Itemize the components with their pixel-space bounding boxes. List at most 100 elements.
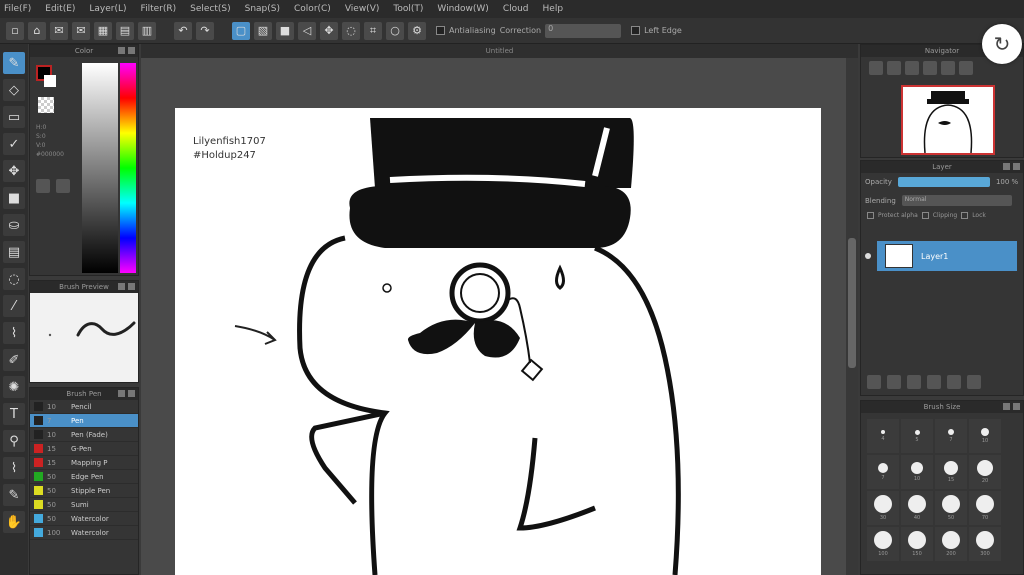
brush-size-option[interactable]: 50 (935, 491, 967, 525)
antialiasing-checkbox[interactable] (436, 26, 445, 35)
brush-size-option[interactable]: 7 (935, 419, 967, 453)
panel-close-icon[interactable] (128, 47, 135, 54)
menu-edit[interactable]: Edit(E) (45, 4, 75, 14)
blur-tool-icon[interactable]: ✺ (3, 376, 25, 398)
opacity-slider[interactable] (897, 177, 990, 187)
transform-icon[interactable]: ✥ (320, 21, 338, 40)
select-all-icon[interactable]: ■ (276, 21, 294, 40)
brush-row[interactable]: 100 Watercolor (30, 526, 138, 540)
brush-size-option[interactable]: 40 (901, 491, 933, 525)
navigator-thumbnail[interactable] (901, 85, 995, 155)
new-layer-icon[interactable] (867, 375, 881, 389)
merge-layer-icon[interactable] (907, 375, 921, 389)
layer-item[interactable]: Layer1 (877, 241, 1017, 271)
blending-select[interactable]: Normal (901, 195, 1012, 206)
layout-icon[interactable]: ▤ (116, 21, 134, 40)
brush-size-option[interactable]: 200 (935, 527, 967, 561)
actual-size-icon[interactable] (923, 61, 937, 75)
share-icon[interactable]: ◁ (298, 21, 316, 40)
vertical-scrollbar[interactable] (846, 58, 858, 575)
zoom-tool-icon[interactable]: ⚲ (3, 430, 25, 452)
folder-icon[interactable] (947, 375, 961, 389)
panel-min-icon[interactable] (118, 283, 125, 290)
panel-close-icon[interactable] (1013, 163, 1020, 170)
brush-circle-icon[interactable]: ○ (386, 21, 404, 40)
bucket-tool-icon[interactable]: ⛀ (3, 214, 25, 236)
brush-row[interactable]: 10 Pen (Fade) (30, 428, 138, 442)
undo-icon[interactable]: ↶ (174, 21, 192, 40)
brush-size-option[interactable]: 70 (969, 491, 1001, 525)
saturation-value-picker[interactable] (82, 63, 118, 273)
canvas-area[interactable]: Untitled Lilyenfish1707 #Holdup247 (141, 44, 858, 575)
brush-row[interactable]: 50 Watercolor (30, 512, 138, 526)
home-icon[interactable]: ⌂ (28, 21, 46, 40)
brush-size-option[interactable]: 150 (901, 527, 933, 561)
brush-row[interactable]: 50 Stipple Pen (30, 484, 138, 498)
brush-row[interactable]: 50 Sumi (30, 498, 138, 512)
redo-icon[interactable]: ↷ (196, 21, 214, 40)
hue-slider[interactable] (120, 63, 136, 273)
canvas-tab[interactable]: Untitled (141, 44, 858, 58)
menu-window[interactable]: Window(W) (437, 4, 488, 14)
brush-row[interactable]: 7 Pen (30, 414, 138, 428)
clipping-checkbox[interactable] (921, 212, 929, 219)
brush-size-option[interactable]: 300 (969, 527, 1001, 561)
panel-min-icon[interactable] (1003, 163, 1010, 170)
copy-layer-icon[interactable] (887, 375, 901, 389)
leftedge-checkbox[interactable] (631, 26, 641, 35)
menu-help[interactable]: Help (543, 4, 564, 14)
check-tool-icon[interactable]: ✓ (3, 133, 25, 155)
slash-tool-icon[interactable]: ⁄ (3, 295, 25, 317)
menu-tool[interactable]: Tool(T) (393, 4, 423, 14)
fill-rect-tool-icon[interactable]: ■ (3, 187, 25, 209)
smudge-tool-icon[interactable]: ✎ (3, 484, 25, 506)
pen-tool-icon[interactable]: ✎ (3, 52, 25, 74)
gradient-tool-icon[interactable]: ▤ (3, 241, 25, 263)
mail-icon[interactable]: ✉ (72, 21, 90, 40)
hand-tool-icon[interactable]: ✋ (3, 511, 25, 533)
grid-icon[interactable]: ▦ (94, 21, 112, 40)
lasso-tool-icon[interactable]: ◌ (3, 268, 25, 290)
canvas-icon[interactable]: ▥ (138, 21, 156, 40)
panel-close-icon[interactable] (1013, 403, 1020, 410)
menu-view[interactable]: View(V) (345, 4, 380, 14)
zoom-out-icon[interactable] (887, 61, 901, 75)
brush-size-option[interactable]: 10 (901, 455, 933, 489)
select-invert-icon[interactable]: ▧ (254, 21, 272, 40)
move-tool-icon[interactable]: ✥ (3, 160, 25, 182)
rect-select-tool-icon[interactable]: ▭ (3, 106, 25, 128)
menu-layer[interactable]: Layer(L) (89, 4, 126, 14)
lock-checkbox[interactable] (961, 212, 969, 219)
crop-icon[interactable]: ⌗ (364, 21, 382, 40)
brush-size-option[interactable]: 10 (969, 419, 1001, 453)
layer-visibility-icon[interactable] (865, 253, 871, 259)
brush-size-option[interactable]: 100 (867, 527, 899, 561)
menu-cloud[interactable]: Cloud (503, 4, 529, 14)
fit-icon[interactable] (905, 61, 919, 75)
eraser-tool-icon[interactable]: ◇ (3, 79, 25, 101)
menu-snap[interactable]: Snap(S) (245, 4, 280, 14)
rotate-icon[interactable] (941, 61, 955, 75)
panel-close-icon[interactable] (128, 283, 135, 290)
comment-icon[interactable]: ✉ (50, 21, 68, 40)
brush-size-option[interactable]: 15 (935, 455, 967, 489)
scroll-thumb[interactable] (848, 238, 856, 368)
brush-row[interactable]: 50 Edge Pen (30, 470, 138, 484)
brush-size-option[interactable]: 4 (867, 419, 899, 453)
menu-file[interactable]: File(F) (4, 4, 31, 14)
panel-close-icon[interactable] (128, 390, 135, 397)
drawing-canvas[interactable]: Lilyenfish1707 #Holdup247 (175, 108, 821, 575)
correction-select[interactable]: 0 (545, 23, 622, 38)
select-rect-icon[interactable]: ▢ (232, 21, 250, 40)
dropper-tool-icon[interactable]: ⌇ (3, 457, 25, 479)
menu-color[interactable]: Color(C) (294, 4, 331, 14)
brush-tool-icon[interactable]: ✐ (3, 349, 25, 371)
refresh-icon[interactable]: ↻ (982, 24, 1022, 64)
brush-row[interactable]: 15 G-Pen (30, 442, 138, 456)
transparent-swatch[interactable] (38, 97, 54, 113)
menu-select[interactable]: Select(S) (190, 4, 231, 14)
settings-icon[interactable]: ⚙ (408, 21, 426, 40)
flip-icon[interactable] (959, 61, 973, 75)
brush-row[interactable]: 10 Pencil (30, 400, 138, 414)
text-tool-icon[interactable]: T (3, 403, 25, 425)
